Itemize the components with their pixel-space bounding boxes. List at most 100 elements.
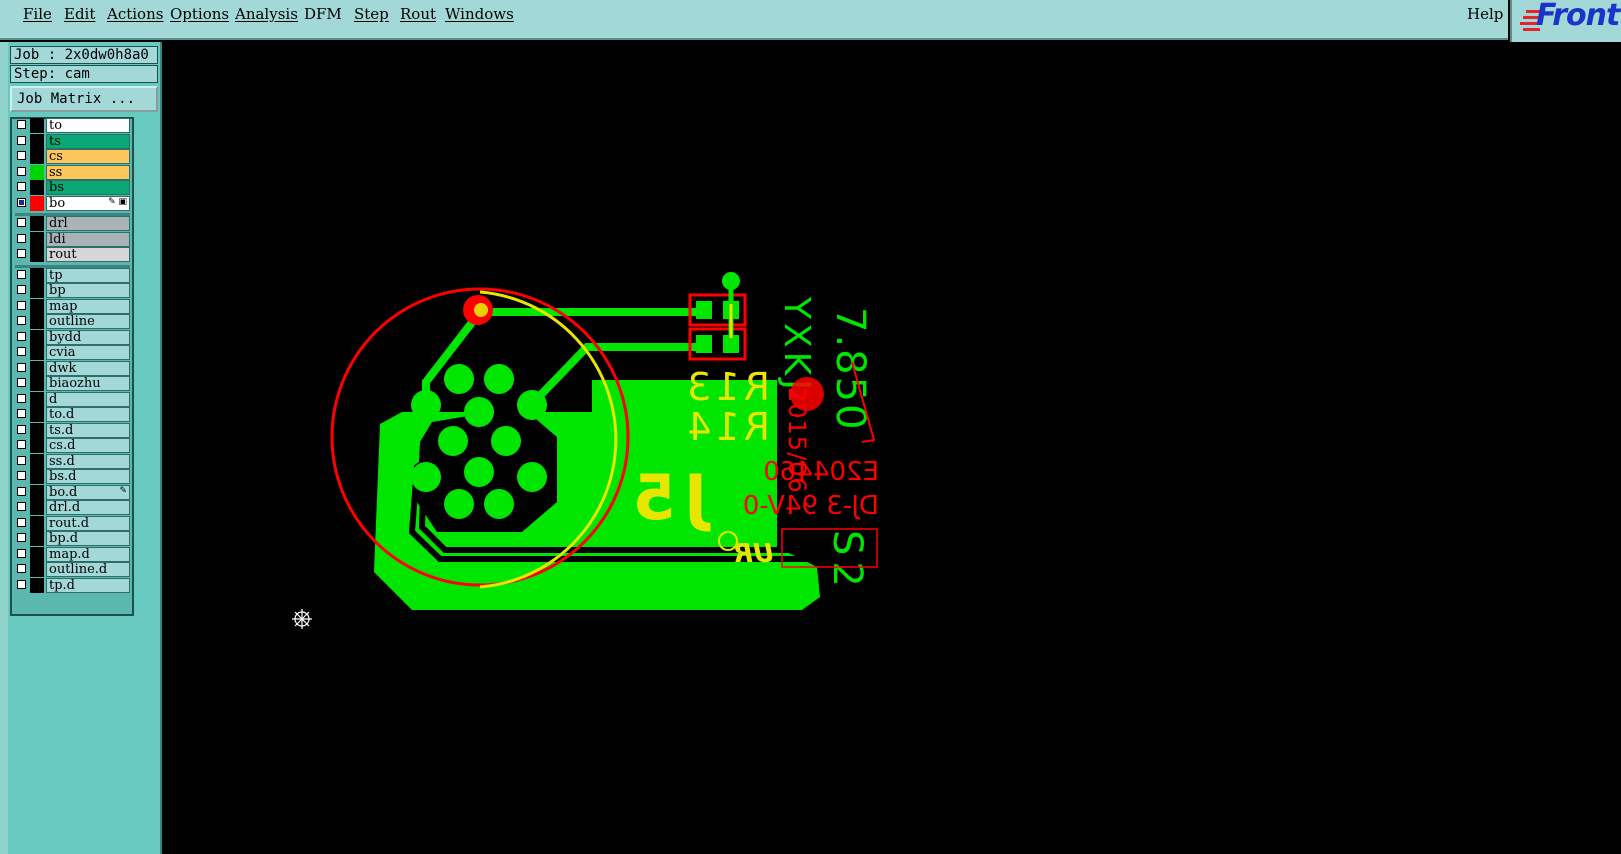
- layer-checkbox[interactable]: [17, 502, 26, 511]
- layer-row-bs[interactable]: bs: [15, 180, 130, 195]
- layer-row-to-d[interactable]: to.d: [15, 407, 130, 422]
- layer-color-swatch[interactable]: [30, 345, 44, 360]
- layer-checkbox[interactable]: [17, 120, 26, 129]
- layer-row-ss-d[interactable]: ss.d: [15, 453, 130, 469]
- layer-checkbox[interactable]: [17, 182, 26, 191]
- menu-help[interactable]: Help: [1467, 5, 1503, 23]
- layer-color-swatch[interactable]: [30, 360, 44, 376]
- layer-checkbox[interactable]: [17, 285, 26, 294]
- layer-row-ldi[interactable]: ldi: [15, 231, 130, 247]
- layer-color-swatch[interactable]: [30, 216, 44, 231]
- layer-row-outline[interactable]: outline: [15, 314, 130, 329]
- layer-color-swatch[interactable]: [30, 391, 44, 407]
- layer-row-dwk[interactable]: dwk: [15, 360, 130, 376]
- layer-color-swatch[interactable]: [30, 329, 44, 345]
- layer-checkbox[interactable]: [17, 533, 26, 542]
- layer-name[interactable]: bs: [46, 180, 130, 195]
- layer-color-swatch[interactable]: [30, 453, 44, 469]
- layer-color-swatch[interactable]: [30, 577, 44, 593]
- layer-checkbox[interactable]: [17, 440, 26, 449]
- layer-name[interactable]: outline: [46, 314, 130, 329]
- layer-row-map-d[interactable]: map.d: [15, 546, 130, 562]
- layer-color-swatch[interactable]: [30, 283, 44, 298]
- layer-name[interactable]: d: [46, 391, 130, 407]
- layer-name[interactable]: outline.d: [46, 562, 130, 577]
- layer-color-swatch[interactable]: [30, 118, 44, 133]
- layer-name[interactable]: map: [46, 298, 130, 314]
- layer-checkbox[interactable]: [17, 316, 26, 325]
- menu-file[interactable]: File: [23, 5, 52, 23]
- menu-dfm[interactable]: DFM: [304, 5, 342, 23]
- graphics-canvas[interactable]: R13 R14 J5 YXKJ 7.850 2015/06 E204460 DJ…: [162, 42, 1621, 854]
- layer-checkbox[interactable]: [17, 362, 26, 372]
- layer-name[interactable]: bs.d: [46, 469, 130, 484]
- menu-analysis[interactable]: Analysis: [235, 5, 298, 23]
- layer-checkbox[interactable]: [17, 409, 26, 418]
- layer-checkbox[interactable]: [17, 579, 26, 589]
- layer-checkbox[interactable]: [17, 486, 26, 496]
- layer-row-map[interactable]: map: [15, 298, 130, 314]
- layer-color-swatch[interactable]: [30, 562, 44, 577]
- layer-row-ts[interactable]: ts: [15, 133, 130, 149]
- layer-checkbox[interactable]: [17, 455, 26, 465]
- layer-checkbox[interactable]: [17, 218, 26, 227]
- menu-edit[interactable]: Edit: [64, 5, 95, 23]
- layer-name[interactable]: bo.d: [46, 484, 130, 500]
- layer-row-cs[interactable]: cs: [15, 149, 130, 164]
- layer-color-swatch[interactable]: [30, 407, 44, 422]
- layer-checkbox[interactable]: [17, 197, 26, 207]
- layer-name[interactable]: dwk: [46, 360, 130, 376]
- layer-name[interactable]: drl.d: [46, 500, 130, 515]
- layer-checkbox[interactable]: [17, 166, 26, 176]
- layer-color-swatch[interactable]: [30, 149, 44, 164]
- layer-name[interactable]: bp.d: [46, 531, 130, 546]
- layer-name[interactable]: bp: [46, 283, 130, 298]
- layer-color-swatch[interactable]: [30, 180, 44, 195]
- layer-row-cvia[interactable]: cvia: [15, 345, 130, 360]
- layer-row-tp-d[interactable]: tp.d: [15, 577, 130, 593]
- layer-checkbox[interactable]: [17, 564, 26, 573]
- layer-color-swatch[interactable]: [30, 231, 44, 247]
- menu-actions[interactable]: Actions: [107, 5, 163, 23]
- layer-row-bo-d[interactable]: bo.d ✎: [15, 484, 130, 500]
- layer-row-bo[interactable]: bo ✎ ▣: [15, 195, 130, 211]
- layer-row-ss[interactable]: ss: [15, 164, 130, 180]
- layer-color-swatch[interactable]: [30, 500, 44, 515]
- layer-checkbox[interactable]: [17, 393, 26, 403]
- layer-name[interactable]: tp: [46, 267, 130, 283]
- layer-row-outline-d[interactable]: outline.d: [15, 562, 130, 577]
- layer-checkbox[interactable]: [17, 471, 26, 480]
- layer-color-swatch[interactable]: [30, 267, 44, 283]
- layer-name[interactable]: map.d: [46, 546, 130, 562]
- layer-row-ts-d[interactable]: ts.d: [15, 422, 130, 438]
- layer-name[interactable]: cs.d: [46, 438, 130, 453]
- layer-row-bs-d[interactable]: bs.d: [15, 469, 130, 484]
- layer-color-swatch[interactable]: [30, 133, 44, 149]
- menu-windows[interactable]: Windows: [445, 5, 514, 23]
- menu-step[interactable]: Step: [354, 5, 389, 23]
- layer-checkbox[interactable]: [17, 347, 26, 356]
- layer-row-bp-d[interactable]: bp.d: [15, 531, 130, 546]
- layer-checkbox[interactable]: [17, 548, 26, 558]
- layer-row-rout-d[interactable]: rout.d: [15, 515, 130, 531]
- layer-name[interactable]: ts: [46, 133, 130, 149]
- layer-name[interactable]: to.d: [46, 407, 130, 422]
- job-matrix-button[interactable]: Job Matrix ...: [10, 86, 158, 112]
- layer-name[interactable]: cvia: [46, 345, 130, 360]
- layer-checkbox[interactable]: [17, 135, 26, 145]
- layer-name[interactable]: biaozhu: [46, 376, 130, 391]
- layer-checkbox[interactable]: [17, 331, 26, 341]
- layer-color-swatch[interactable]: [30, 247, 44, 262]
- layer-row-biaozhu[interactable]: biaozhu: [15, 376, 130, 391]
- layer-checkbox[interactable]: [17, 249, 26, 258]
- layer-row-d[interactable]: d: [15, 391, 130, 407]
- layer-color-swatch[interactable]: [30, 298, 44, 314]
- layer-color-swatch[interactable]: [30, 546, 44, 562]
- layer-checkbox[interactable]: [17, 517, 26, 527]
- layer-color-swatch[interactable]: [30, 164, 44, 180]
- layer-name[interactable]: tp.d: [46, 577, 130, 593]
- layer-name[interactable]: rout: [46, 247, 130, 262]
- layer-row-bydd[interactable]: bydd: [15, 329, 130, 345]
- layer-row-to[interactable]: to: [15, 118, 130, 133]
- layer-row-rout[interactable]: rout: [15, 247, 130, 262]
